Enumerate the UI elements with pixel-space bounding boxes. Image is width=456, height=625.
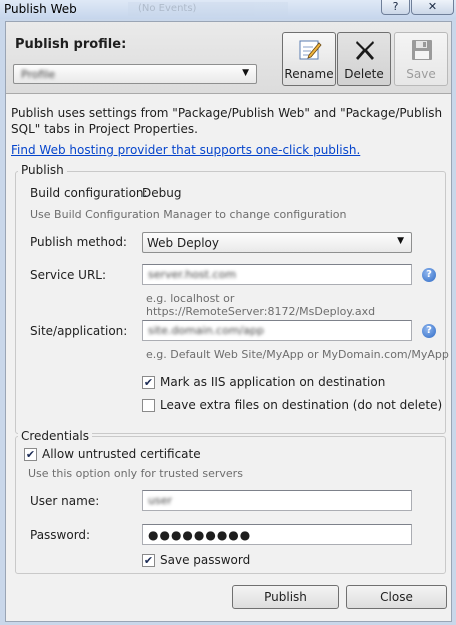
publish-method-value: Web Deploy (147, 236, 219, 250)
publish-profile-label: Publish profile: (15, 37, 127, 52)
credentials-group-title: Credentials (18, 429, 93, 443)
hosting-provider-link[interactable]: Find Web hosting provider that supports … (11, 143, 360, 157)
rename-label: Rename (284, 67, 334, 81)
publish-web-dialog: Publish profile: Profile ▼ Rename Delete (5, 21, 452, 622)
leave-extra-files-checkbox[interactable] (142, 399, 155, 412)
build-config-hint: Use Build Configuration Manager to chang… (30, 208, 347, 221)
username-label: User name: (30, 494, 100, 508)
site-application-value: site.domain.com/app (148, 324, 264, 337)
close-window-button[interactable]: ✕ (411, 0, 454, 15)
site-application-hint: e.g. Default Web Site/MyApp or MyDomain.… (146, 348, 449, 361)
publish-button[interactable]: Publish (232, 585, 339, 609)
save-password-label: Save password (160, 553, 251, 567)
allow-untrusted-label: Allow untrusted certificate (42, 447, 201, 461)
allow-untrusted-checkbox[interactable]: ✔ (24, 448, 37, 461)
username-value: user (148, 494, 172, 507)
mark-iis-checkbox[interactable]: ✔ (142, 376, 155, 389)
close-button[interactable]: Close (346, 585, 447, 609)
rename-button[interactable]: Rename (282, 32, 336, 86)
publish-profile-value: Profile (21, 68, 56, 81)
publish-profile-select[interactable]: Profile ▼ (13, 64, 257, 84)
leave-extra-files-label: Leave extra files on destination (do not… (160, 398, 443, 412)
build-config-value: Debug (142, 186, 182, 200)
help-button[interactable]: ? (381, 0, 410, 15)
save-button[interactable]: Save (394, 32, 448, 86)
save-password-checkbox[interactable]: ✔ (142, 554, 155, 567)
service-url-help-icon[interactable]: ? (422, 268, 436, 282)
site-application-label: Site/application: (30, 324, 128, 338)
service-url-input[interactable]: server.host.com (142, 264, 412, 285)
pencil-edit-icon (299, 40, 322, 60)
delete-label: Delete (344, 67, 384, 81)
service-url-value: server.host.com (148, 268, 237, 281)
mark-iis-label: Mark as IIS application on destination (160, 375, 386, 389)
password-value: ●●●●●●●●● (148, 528, 252, 542)
delete-button[interactable]: Delete (337, 32, 391, 86)
site-application-help-icon[interactable]: ? (422, 324, 436, 338)
chevron-down-icon: ▼ (397, 236, 404, 246)
header-panel: Publish profile: Profile ▼ Rename Delete (6, 22, 451, 94)
publish-group-title: Publish (18, 163, 67, 177)
publish-method-label: Publish method: (30, 235, 127, 249)
publish-method-select[interactable]: Web Deploy ▼ (142, 232, 412, 253)
background-tab-ghost: (No Events) (128, 2, 288, 16)
x-delete-icon (356, 41, 374, 60)
site-application-input[interactable]: site.domain.com/app (142, 320, 412, 341)
allow-untrusted-hint: Use this option only for trusted servers (28, 467, 243, 480)
password-input[interactable]: ●●●●●●●●● (142, 524, 412, 545)
title-bar: Publish Web (No Events) ? ✕ (0, 0, 456, 19)
save-label: Save (406, 67, 436, 81)
chevron-down-icon: ▼ (242, 68, 249, 78)
build-config-label: Build configuration: (30, 186, 148, 200)
info-text: Publish uses settings from "Package/Publ… (11, 106, 443, 136)
service-url-hint: e.g. localhost or https://RemoteServer:8… (146, 292, 376, 318)
floppy-disk-icon (412, 40, 432, 60)
service-url-label: Service URL: (30, 268, 107, 282)
password-label: Password: (30, 528, 91, 542)
window-title: Publish Web (4, 2, 77, 16)
username-input[interactable]: user (142, 490, 412, 511)
